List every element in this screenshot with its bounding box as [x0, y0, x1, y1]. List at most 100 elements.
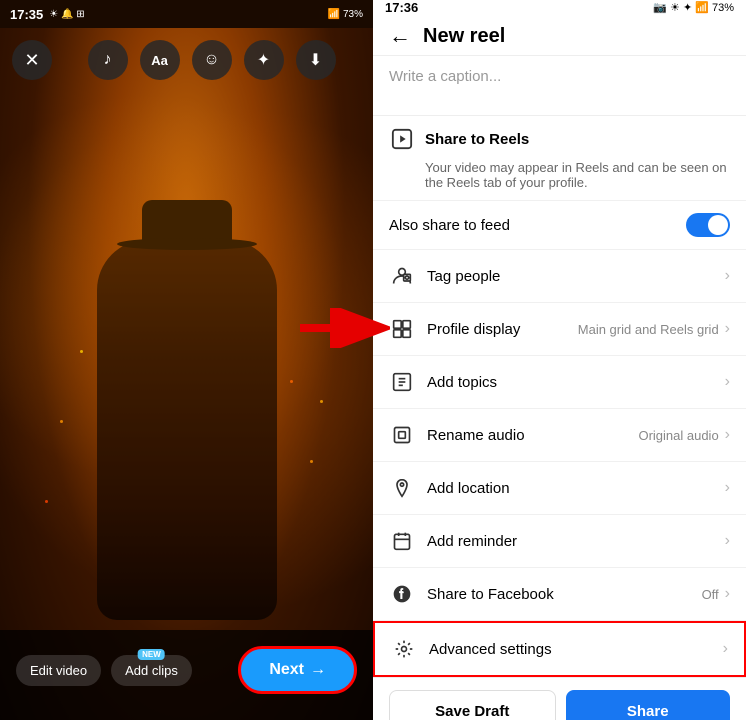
add-reminder-label: Add reminder — [427, 533, 517, 550]
advanced-settings-label: Advanced settings — [429, 641, 552, 658]
reels-icon — [389, 126, 415, 152]
right-panel: 17:36 📷 ☀ ✦ 📶 73% ← New reel Write a cap… — [373, 0, 746, 720]
text-icon: Aa — [151, 53, 168, 68]
music-icon: ♪ — [104, 51, 112, 69]
share-facebook-row[interactable]: Share to Facebook Off › — [373, 568, 746, 621]
left-toolbar: ♪ Aa ☺ ✦ ⬇ — [0, 40, 373, 80]
add-topics-right: › — [725, 373, 730, 391]
profile-display-right: Main grid and Reels grid › — [578, 320, 730, 338]
caption-placeholder: Write a caption... — [389, 68, 501, 85]
new-badge: NEW — [138, 649, 165, 660]
share-facebook-value: Off — [702, 587, 719, 602]
spark — [60, 420, 63, 423]
add-topics-left: Add topics — [389, 369, 497, 395]
add-topics-icon — [389, 369, 415, 395]
download-icon: ⬇ — [309, 50, 322, 70]
tag-people-right: › — [725, 267, 730, 285]
rename-audio-right: Original audio › — [638, 426, 730, 444]
music-button[interactable]: ♪ — [88, 40, 128, 80]
left-status-icons: ☀ 🔔 ⊞ — [49, 9, 84, 20]
profile-display-icon — [389, 316, 415, 342]
left-time: 17:35 — [10, 7, 43, 22]
advanced-settings-icon — [391, 636, 417, 662]
profile-display-label: Profile display — [427, 321, 520, 338]
rename-audio-value: Original audio — [638, 428, 718, 443]
rename-audio-row[interactable]: Rename audio Original audio › — [373, 409, 746, 462]
share-facebook-icon — [389, 581, 415, 607]
edit-video-label: Edit video — [30, 663, 87, 678]
back-button[interactable]: ← — [389, 23, 411, 49]
effects-icon: ✦ — [257, 50, 270, 70]
add-reminder-right: › — [725, 532, 730, 550]
tag-people-chevron: › — [725, 267, 730, 285]
sticker-icon: ☺ — [203, 51, 219, 69]
next-button[interactable]: Next → — [238, 646, 357, 694]
spark — [45, 500, 48, 503]
tag-people-row[interactable]: Tag people › — [373, 250, 746, 303]
bottom-buttons: Edit video NEW Add clips — [16, 655, 192, 686]
left-bottom-bar: Edit video NEW Add clips Next → — [0, 630, 373, 720]
right-status-bar: 17:36 📷 ☀ ✦ 📶 73% — [373, 0, 746, 15]
download-button[interactable]: ⬇ — [296, 40, 336, 80]
edit-video-button[interactable]: Edit video — [16, 655, 101, 686]
tag-people-icon — [389, 263, 415, 289]
add-clips-label: Add clips — [125, 663, 178, 678]
spark — [290, 380, 293, 383]
share-to-reels-label: Share to Reels — [425, 131, 529, 148]
share-to-reels-header: Share to Reels — [373, 116, 746, 156]
next-label: Next — [269, 661, 304, 679]
page-title: New reel — [423, 25, 505, 48]
share-to-reels-description: Your video may appear in Reels and can b… — [373, 156, 746, 201]
advanced-settings-right: › — [723, 640, 728, 658]
add-reminder-chevron: › — [725, 532, 730, 550]
text-button[interactable]: Aa — [140, 40, 180, 80]
figure-body — [97, 240, 277, 620]
add-location-right: › — [725, 479, 730, 497]
add-location-chevron: › — [725, 479, 730, 497]
add-clips-button[interactable]: NEW Add clips — [111, 655, 192, 686]
hat-brim — [117, 238, 257, 250]
hat-top — [142, 200, 232, 240]
save-draft-button[interactable]: Save Draft — [389, 690, 556, 720]
add-reminder-icon — [389, 528, 415, 554]
right-time: 17:36 — [385, 0, 418, 15]
sticker-button[interactable]: ☺ — [192, 40, 232, 80]
also-share-feed-toggle[interactable] — [686, 213, 730, 237]
also-share-feed-label: Also share to feed — [389, 217, 510, 234]
add-reminder-row[interactable]: Add reminder › — [373, 515, 746, 568]
add-location-left: Add location — [389, 475, 510, 501]
profile-display-value: Main grid and Reels grid — [578, 322, 719, 337]
rename-audio-label: Rename audio — [427, 427, 525, 444]
spark — [80, 350, 83, 353]
advanced-settings-left: Advanced settings — [391, 636, 552, 662]
caption-area[interactable]: Write a caption... — [373, 56, 746, 116]
share-facebook-right: Off › — [702, 585, 730, 603]
add-topics-chevron: › — [725, 373, 730, 391]
figure-silhouette — [97, 240, 277, 620]
add-location-row[interactable]: Add location › — [373, 462, 746, 515]
advanced-settings-chevron: › — [723, 640, 728, 658]
profile-display-left: Profile display — [389, 316, 520, 342]
tag-people-left: Tag people — [389, 263, 500, 289]
share-button[interactable]: Share — [566, 690, 731, 720]
spark — [320, 400, 323, 403]
share-facebook-chevron: › — [725, 585, 730, 603]
also-share-feed-row: Also share to feed — [373, 201, 746, 250]
rename-audio-icon — [389, 422, 415, 448]
rename-audio-left: Rename audio — [389, 422, 525, 448]
profile-display-row[interactable]: Profile display Main grid and Reels grid… — [373, 303, 746, 356]
share-facebook-left: Share to Facebook — [389, 581, 554, 607]
profile-display-chevron: › — [725, 320, 730, 338]
share-facebook-label: Share to Facebook — [427, 586, 554, 603]
add-location-label: Add location — [427, 480, 510, 497]
left-battery: 📶 73% — [328, 9, 363, 20]
effects-button[interactable]: ✦ — [244, 40, 284, 80]
tag-people-label: Tag people — [427, 268, 500, 285]
next-arrow-icon: → — [310, 661, 326, 679]
right-header: ← New reel — [373, 15, 746, 56]
add-topics-label: Add topics — [427, 374, 497, 391]
advanced-settings-row[interactable]: Advanced settings › — [373, 621, 746, 677]
add-topics-row[interactable]: Add topics › — [373, 356, 746, 409]
figure-hat — [127, 200, 247, 250]
add-reminder-left: Add reminder — [389, 528, 517, 554]
